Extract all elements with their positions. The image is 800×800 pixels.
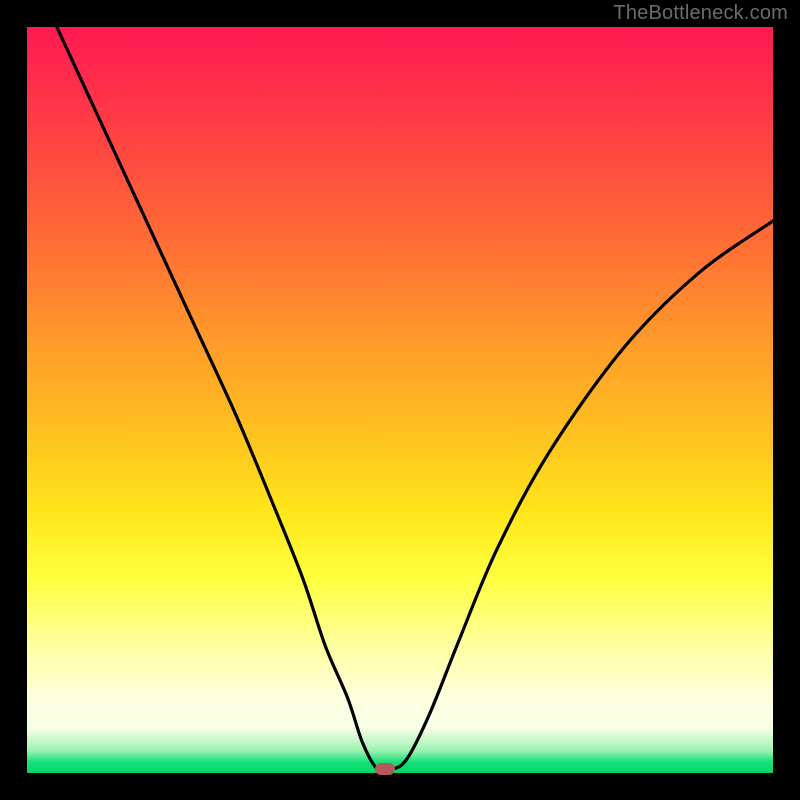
plot-area xyxy=(27,27,773,773)
chart-frame: TheBottleneck.com xyxy=(0,0,800,800)
optimum-marker xyxy=(375,763,395,775)
watermark-text: TheBottleneck.com xyxy=(613,2,788,25)
bottleneck-curve xyxy=(27,27,773,773)
